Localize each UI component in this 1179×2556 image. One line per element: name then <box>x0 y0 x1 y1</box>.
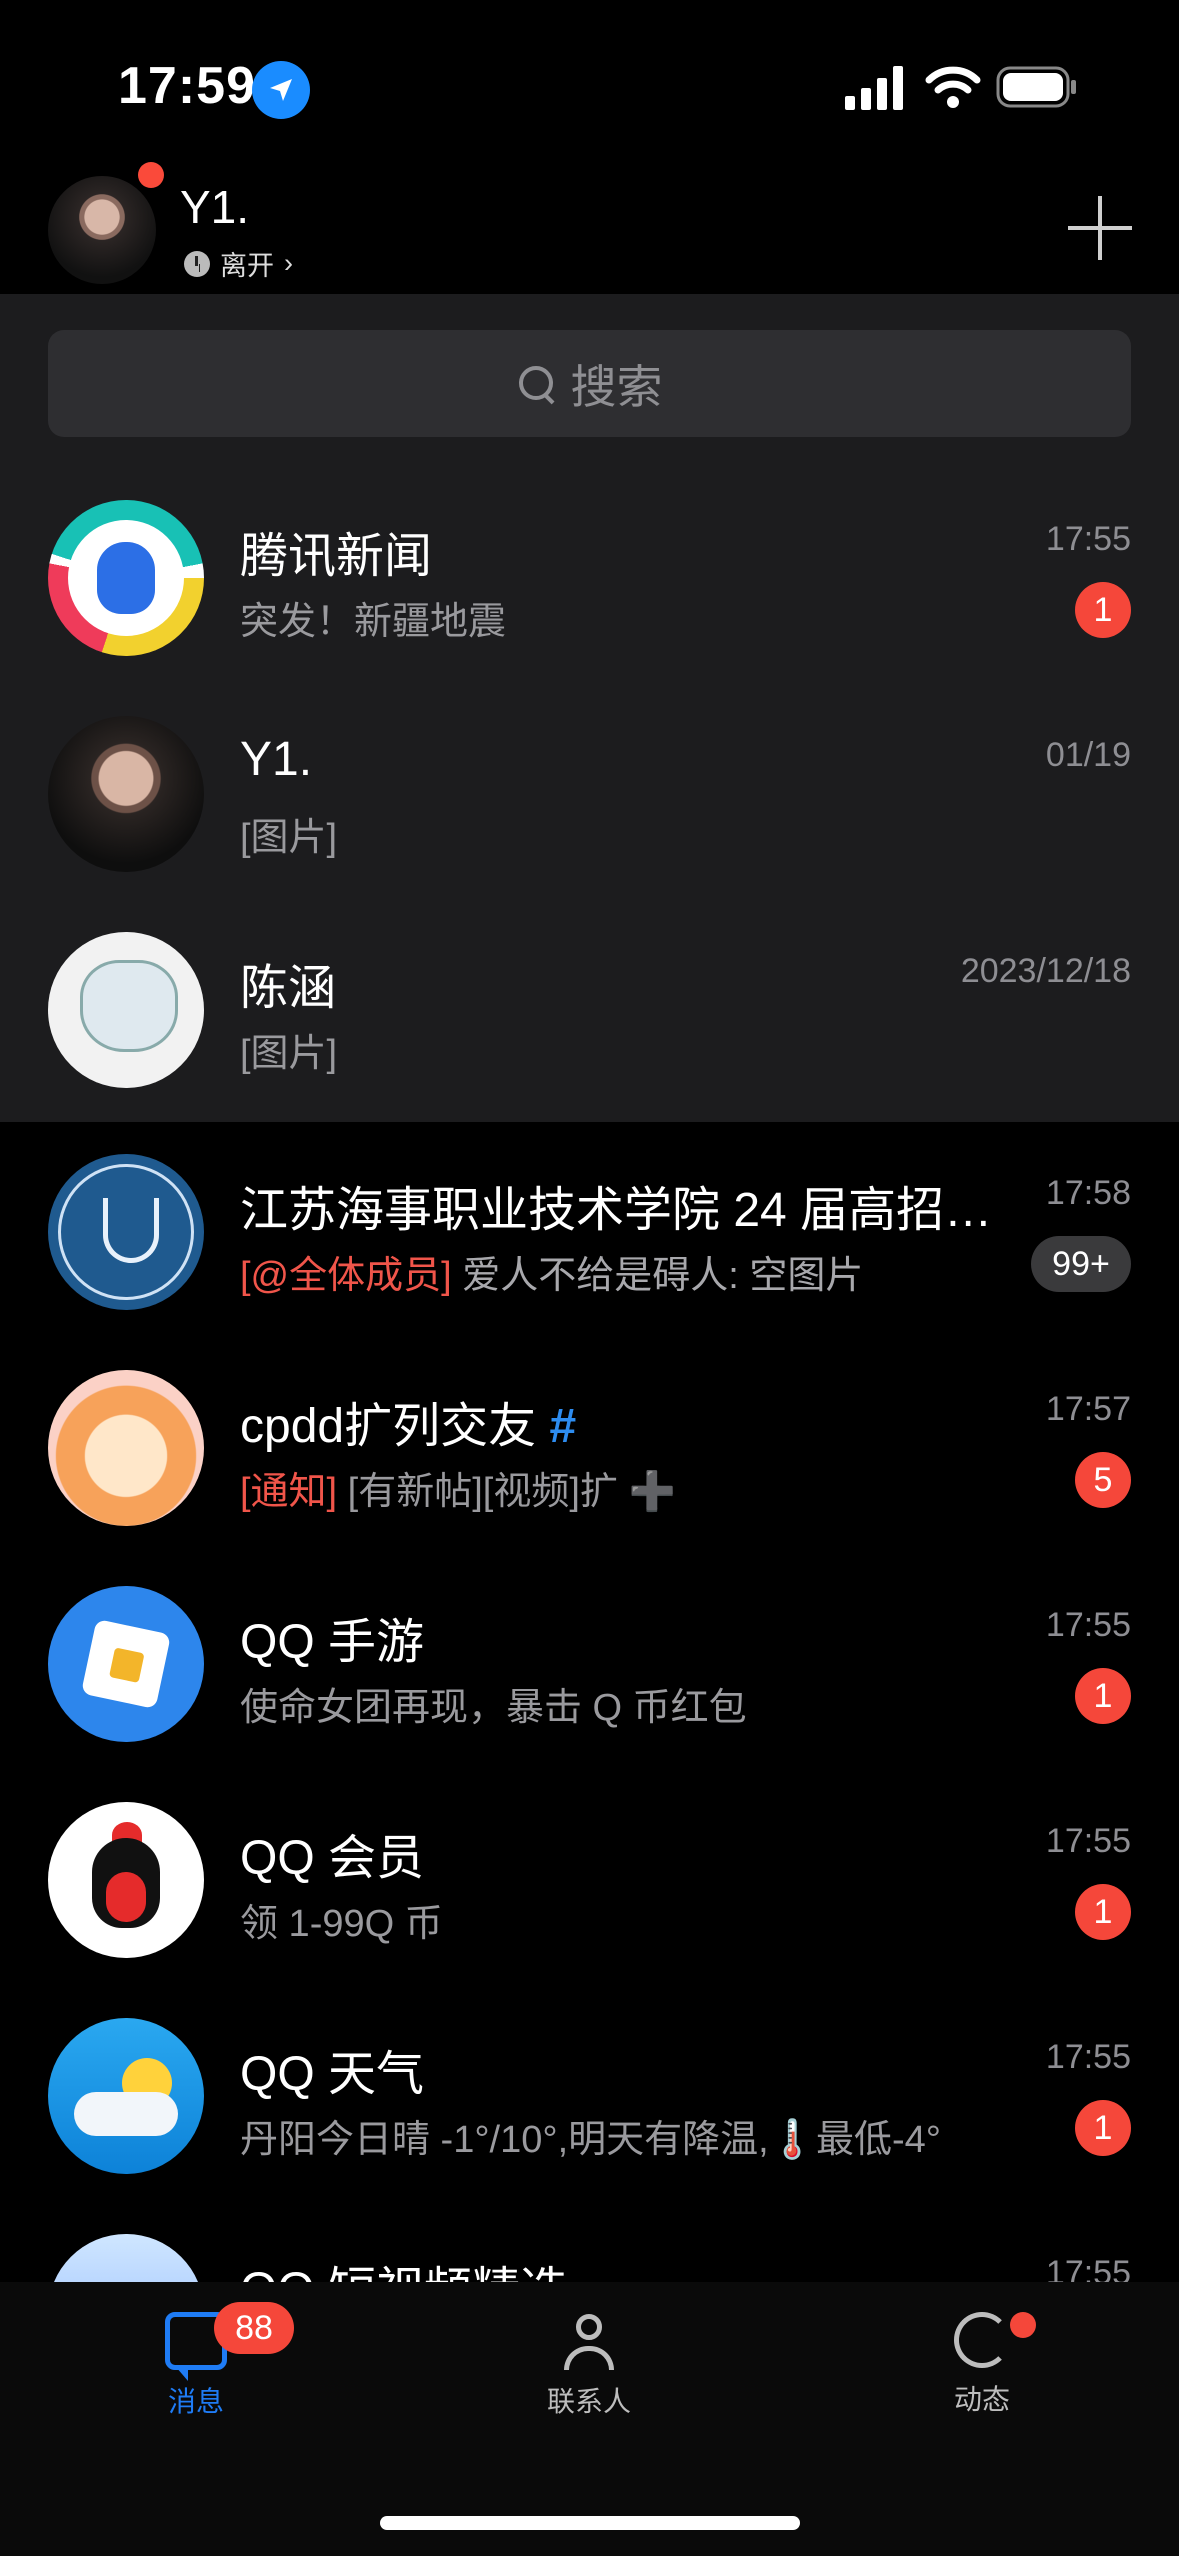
unread-badge: 1 <box>1075 582 1131 638</box>
tab-contacts-label: 联系人 <box>546 2386 631 2417</box>
unread-badge: 1 <box>1075 2100 1131 2156</box>
chat-message: 使命女团再现，暴击 Q 币红包 <box>240 1687 747 1729</box>
chat-row[interactable]: cpdd扩列交友 # [通知] [有新帖][视频]扩 ➕ 17:57 5 <box>0 1340 1179 1556</box>
chat-row[interactable]: 陈涵 [图片] 2023/12/18 <box>0 902 1179 1118</box>
chat-name: 腾讯新闻 <box>240 530 433 583</box>
online-status[interactable]: 离开 › <box>184 244 293 283</box>
tab-messages-label: 消息 <box>167 2386 224 2417</box>
search-input[interactable]: 搜索 <box>48 330 1131 437</box>
chat-name: QQ 手游 <box>240 1616 425 1669</box>
contact-avatar <box>48 716 204 872</box>
chat-message: [图片] <box>240 1033 338 1075</box>
qq-vip-avatar <box>48 1802 204 1958</box>
tab-contacts[interactable]: 联系人 <box>489 2312 689 2420</box>
wifi-icon <box>925 66 981 108</box>
profile-name[interactable]: Y1. <box>180 180 249 234</box>
chat-row[interactable]: 腾讯新闻 突发！新疆地震 17:55 1 <box>0 470 1179 686</box>
unread-badge: 1 <box>1075 1668 1131 1724</box>
qq-weather-avatar <box>48 2018 204 2174</box>
messages-badge: 88 <box>214 2302 294 2354</box>
clock-icon <box>184 250 210 277</box>
chat-message: [图片] <box>240 817 338 859</box>
school-logo-avatar <box>48 1154 204 1310</box>
chat-row[interactable]: 江苏海事职业技术学院 24 届高招… [@全体成员] 爱人不给是碍人: 空图片 … <box>0 1124 1179 1340</box>
home-indicator <box>380 2516 800 2530</box>
chat-name: 陈涵 <box>240 962 337 1015</box>
chat-name: QQ 天气 <box>240 2048 425 2101</box>
unread-badge: 1 <box>1075 1884 1131 1940</box>
contact-avatar <box>48 932 204 1088</box>
chat-time: 17:55 <box>1045 2038 1131 2076</box>
chat-time: 2023/12/18 <box>960 952 1131 990</box>
online-status-label: 离开 <box>220 251 274 281</box>
status-time: 17:59 <box>118 57 256 115</box>
chat-message: 领 1-99Q 币 <box>240 1903 443 1945</box>
chat-time: 17:55 <box>1045 520 1131 558</box>
group-avatar <box>48 1370 204 1526</box>
add-plus-button[interactable] <box>1068 196 1132 260</box>
tab-moments[interactable]: 动态 <box>882 2312 1082 2418</box>
chat-message: [通知] [有新帖][视频]扩 ➕ <box>240 1471 676 1513</box>
chat-message: 丹阳今日晴 -1°/10°,明天有降温,🌡️最低-4° <box>240 2119 941 2161</box>
chat-time: 17:55 <box>1045 1606 1131 1644</box>
tab-moments-label: 动态 <box>953 2384 1010 2415</box>
chat-time: 17:57 <box>1045 1390 1131 1428</box>
chat-name: Y1. <box>240 733 313 786</box>
location-arrow-icon <box>252 61 310 119</box>
cellular-signal-icon <box>845 66 907 110</box>
chat-time: 17:58 <box>1045 1174 1131 1212</box>
chat-name: QQ 会员 <box>240 1832 425 1885</box>
chat-name: cpdd扩列交友 # <box>240 1400 577 1453</box>
chat-time: 01/19 <box>1045 736 1131 774</box>
search-icon <box>517 364 557 404</box>
chevron-right-icon: › <box>284 248 293 278</box>
chat-name: QQ 短视频精选 <box>240 2250 568 2282</box>
refresh-star-icon <box>954 2312 1010 2368</box>
chat-row[interactable]: QQ 手游 使命女团再现，暴击 Q 币红包 17:55 1 <box>0 1556 1179 1772</box>
person-icon <box>558 2312 620 2370</box>
chat-message: 突发！新疆地震 <box>240 601 507 643</box>
search-placeholder: 搜索 <box>570 360 663 413</box>
unread-badge: 5 <box>1075 1452 1131 1508</box>
chat-time: 17:55 <box>1045 2254 1131 2282</box>
moments-dot <box>1010 2312 1036 2338</box>
chat-name: 江苏海事职业技术学院 24 届高招… <box>240 1184 993 1237</box>
chat-time: 17:55 <box>1045 1822 1131 1860</box>
chat-row[interactable]: QQ 会员 领 1-99Q 币 17:55 1 <box>0 1772 1179 1988</box>
chat-message: [@全体成员] 爱人不给是碍人: 空图片 <box>240 1255 864 1297</box>
chat-row[interactable]: Y1. [图片] 01/19 <box>0 686 1179 902</box>
notification-dot <box>138 162 164 188</box>
qq-video-avatar <box>48 2234 204 2282</box>
qq-games-avatar <box>48 1586 204 1742</box>
unread-badge: 99+ <box>1031 1236 1131 1292</box>
hashtag-icon: # <box>549 1400 577 1453</box>
battery-icon <box>996 66 1076 108</box>
profile-avatar[interactable] <box>48 176 156 284</box>
chat-row[interactable]: QQ 短视频精选 17:55 <box>0 2204 1179 2282</box>
tencent-news-avatar <box>48 500 204 656</box>
chat-row[interactable]: QQ 天气 丹阳今日晴 -1°/10°,明天有降温,🌡️最低-4° 17:55 … <box>0 1988 1179 2204</box>
